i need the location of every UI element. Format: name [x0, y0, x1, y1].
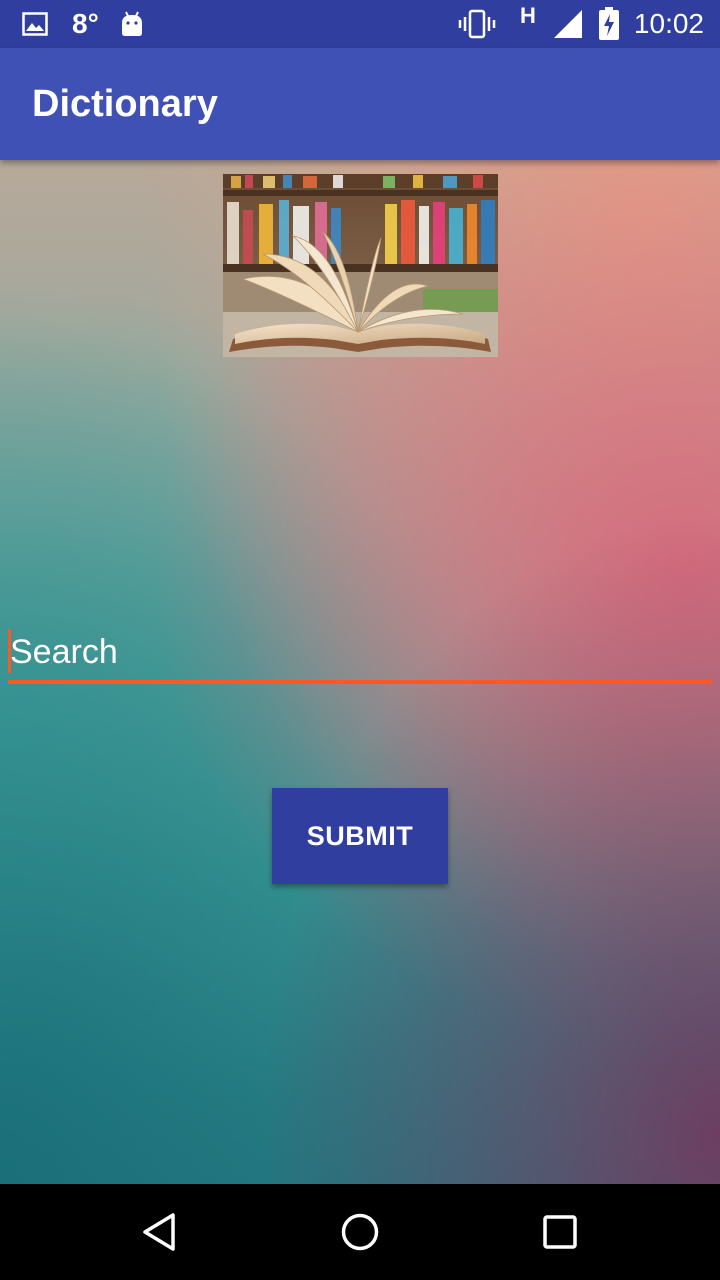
book-image: [223, 174, 498, 357]
main-content: SUBMIT: [0, 160, 720, 1184]
app-bar: Dictionary: [0, 48, 720, 160]
search-field[interactable]: [8, 623, 712, 685]
battery-charging-icon: [598, 0, 620, 48]
recents-icon: [543, 1215, 577, 1249]
network-type-text: H: [520, 3, 536, 28]
text-cursor: [8, 629, 11, 673]
search-underline: [8, 680, 712, 684]
recents-button[interactable]: [500, 1184, 620, 1280]
search-input[interactable]: [8, 623, 712, 681]
vibrate-icon: [458, 0, 496, 48]
home-button[interactable]: [300, 1184, 420, 1280]
temperature-text: 8°: [72, 8, 99, 39]
clock-text: 10:02: [633, 8, 704, 39]
image-icon: [22, 0, 48, 48]
back-icon: [143, 1213, 175, 1251]
submit-button[interactable]: SUBMIT: [272, 788, 448, 884]
home-icon: [341, 1213, 379, 1251]
android-icon: [120, 0, 144, 48]
signal-icon: [552, 0, 584, 48]
status-bar: 8° H 10:02: [0, 0, 720, 48]
screen: 8° H 10:02 Dictionary Search SUBMIT: [0, 0, 720, 1280]
back-button[interactable]: [100, 1184, 220, 1280]
navigation-bar: [0, 1184, 720, 1280]
page-title: Dictionary: [32, 82, 218, 125]
